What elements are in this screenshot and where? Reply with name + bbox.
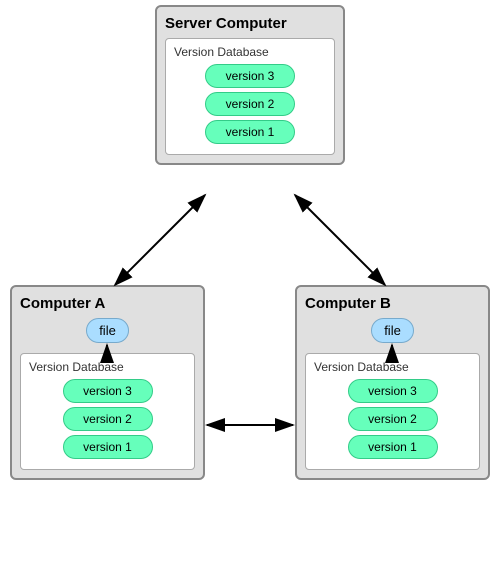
computer-b-box: Computer B file Version Database version…	[295, 285, 490, 480]
comp-b-db-box: Version Database version 3 version 2 ver…	[305, 353, 480, 470]
server-version-2: version 2	[205, 92, 295, 116]
comp-b-file: file	[371, 318, 414, 343]
diagram: Server Computer Version Database version…	[0, 0, 500, 563]
comp-b-version-3: version 3	[348, 379, 438, 403]
comp-a-db-box: Version Database version 3 version 2 ver…	[20, 353, 195, 470]
comp-a-version-3: version 3	[63, 379, 153, 403]
server-computer-box: Server Computer Version Database version…	[155, 5, 345, 165]
comp-b-version-2: version 2	[348, 407, 438, 431]
comp-b-version-1: version 1	[348, 435, 438, 459]
comp-b-title: Computer B	[305, 295, 480, 312]
comp-a-db-label: Version Database	[29, 360, 186, 374]
server-title: Server Computer	[165, 15, 335, 32]
arrow-server-to-b	[295, 195, 385, 285]
server-version-3: version 3	[205, 64, 295, 88]
comp-b-db-label: Version Database	[314, 360, 471, 374]
server-db-label: Version Database	[174, 45, 326, 59]
computer-a-box: Computer A file Version Database version…	[10, 285, 205, 480]
arrow-server-to-a	[115, 195, 205, 285]
comp-a-version-2: version 2	[63, 407, 153, 431]
server-version-1: version 1	[205, 120, 295, 144]
comp-a-title: Computer A	[20, 295, 195, 312]
comp-a-file: file	[86, 318, 129, 343]
server-db-box: Version Database version 3 version 2 ver…	[165, 38, 335, 155]
comp-a-version-1: version 1	[63, 435, 153, 459]
